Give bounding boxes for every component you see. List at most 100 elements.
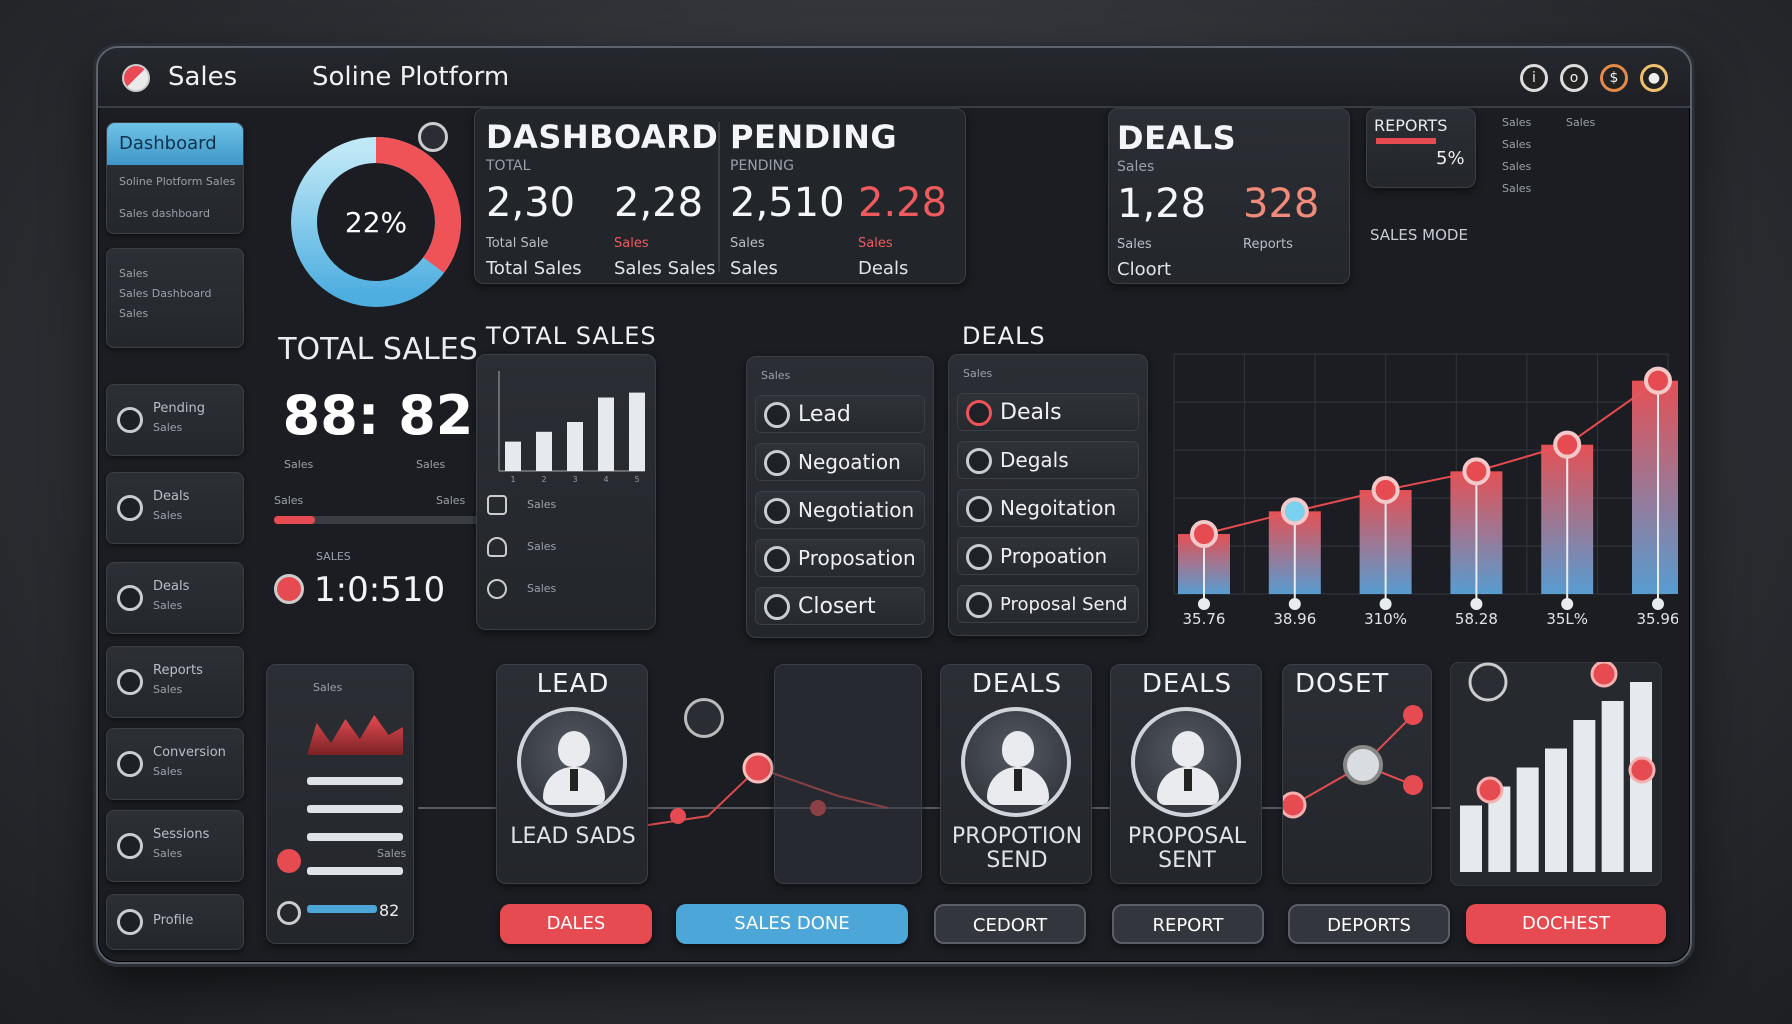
timer-value: 1:0:510 (314, 570, 446, 610)
sidebar-item-dashboard[interactable]: Dashboard Soline Plotform Sales Sales da… (106, 122, 244, 234)
list-item[interactable]: Negotiation (755, 491, 925, 529)
refresh-icon[interactable] (418, 122, 448, 152)
kpi-label: Total Sale (486, 236, 549, 251)
bar (1516, 767, 1539, 872)
reports-card: REPORTS 5% SALES MODE Sales Sales Sales … (1366, 108, 1595, 264)
kpi-value: 2,28 (614, 180, 704, 226)
stem-base (1561, 598, 1574, 610)
conversion-icon (117, 751, 143, 777)
pipeline-bar (307, 867, 403, 875)
kpi-divider (718, 122, 720, 272)
list-item-label: Lead (798, 401, 851, 427)
stage-doset[interactable]: DOSET (1282, 664, 1432, 884)
kpi-caption: Deals (858, 258, 909, 279)
kpi-label: Reports (1243, 237, 1293, 252)
list-item[interactable]: Proposation (755, 539, 925, 577)
total-sales-panel: 22% TOTAL SALES 88: 82 Sales Sales Sales… (266, 122, 490, 682)
sidebar-item-sub: Sales (153, 599, 183, 612)
list-item-label: Negoation (798, 450, 901, 474)
kpi-label: Sales (730, 236, 765, 251)
list-item[interactable]: Closert (755, 587, 925, 625)
app-name: Sales (168, 62, 238, 92)
sidebar-item-pending[interactable]: Pending Sales (106, 384, 244, 456)
list-item[interactable]: Proposal Send (957, 585, 1139, 623)
stage-title: DEALS (971, 669, 1063, 699)
app-logo-icon (122, 64, 150, 92)
kpi-caption: Cloort (1117, 259, 1172, 280)
lead-list-header: Sales (761, 369, 791, 382)
tick-label: 35.76 (1183, 610, 1226, 628)
sidebar-item-reports[interactable]: Reports Sales (106, 646, 244, 718)
pipeline-bar (307, 905, 377, 913)
pipeline-value: 82 (379, 901, 400, 920)
negotiation-icon (966, 496, 992, 522)
deals-list: Sales Deals Degals Negoitation Propoatio… (948, 354, 1148, 636)
stage-sub: PROPOSAL SENT (1127, 824, 1247, 873)
area-bar (1632, 380, 1678, 594)
sidebar-item-label: Sales (119, 267, 149, 280)
pipeline-left-title: Sales (313, 681, 343, 694)
deals-icon (117, 495, 143, 521)
list-item[interactable]: Negoation (755, 443, 925, 481)
kpi-value: 2,510 (730, 180, 845, 226)
network-node[interactable] (1343, 745, 1383, 785)
bar (1573, 720, 1596, 872)
list-item[interactable]: Propoation (957, 537, 1139, 575)
pipeline-spark (307, 715, 403, 755)
deports-button[interactable]: DEPORTS (1288, 904, 1450, 944)
refresh-icon[interactable] (487, 495, 507, 515)
sidebar-item-conversion[interactable]: Conversion Sales (106, 728, 244, 800)
proposal-icon (966, 544, 992, 570)
list-item[interactable]: Deals (957, 393, 1139, 431)
cedort-button[interactable]: CEDORT (934, 904, 1086, 944)
search-icon[interactable] (487, 579, 507, 599)
sales-label: SALES (316, 550, 351, 563)
lead-list: Sales Lead Negoation Negotiation Proposa… (746, 356, 934, 638)
negotiation-icon (764, 450, 790, 476)
kpi-dashboard: DASHBOARD TOTAL 2,30 Total Sale Total Sa… (474, 108, 966, 284)
kpi-title: PENDING (730, 118, 898, 156)
profile-icon[interactable]: ● (1640, 64, 1668, 92)
list-item[interactable]: Degals (957, 441, 1139, 479)
pipeline-bar (307, 777, 403, 785)
total-sales-value: 88: 82 (282, 384, 474, 447)
list-item-label: Proposal Send (1000, 593, 1128, 615)
sales-done-button[interactable]: SALES DONE (676, 904, 908, 944)
stage-deals[interactable]: DEALS PROPOTION SEND (940, 664, 1092, 884)
money-icon (684, 698, 724, 738)
network-node[interactable] (1283, 791, 1307, 819)
settings-icon[interactable]: $ (1600, 64, 1628, 92)
sidebar-item-sessions[interactable]: Sessions Sales (106, 810, 244, 882)
stage-lead[interactable]: LEAD LEAD SADS (496, 664, 648, 884)
report-button[interactable]: REPORT (1112, 904, 1264, 944)
list-item[interactable]: Lead (755, 395, 925, 433)
dales-button[interactable]: DALES (500, 904, 652, 944)
reports-right-label: Sales (1502, 116, 1532, 129)
bar (505, 441, 521, 471)
data-point (1476, 776, 1504, 804)
timer-icon (274, 574, 304, 604)
sidebar-item-sub: Sales (119, 307, 149, 320)
lead-icon (764, 402, 790, 428)
sidebar-item-sales[interactable]: Sales Sales Dashboard Sales (106, 248, 244, 348)
doset-network (1283, 705, 1423, 819)
network-node[interactable] (1403, 705, 1423, 725)
tick-label: 38.96 (1273, 610, 1316, 628)
stage-deals-2[interactable]: DEALS PROPOSAL SENT (1110, 664, 1262, 884)
area-chart: 35.76 38.96 310% 58.28 35L% 35.96 (1173, 353, 1678, 628)
sidebar-item-profile[interactable]: Profile (106, 894, 244, 950)
sidebar-item-deals[interactable]: Deals Sales (106, 472, 244, 544)
record-icon[interactable]: o (1560, 64, 1588, 92)
sidebar-item-deals-2[interactable]: Deals Sales (106, 562, 244, 634)
network-node[interactable] (1403, 775, 1423, 795)
tick-label: 35.96 (1637, 610, 1678, 628)
user-avatar-icon (1131, 707, 1241, 817)
reports-right-label: Sales (1502, 160, 1532, 173)
info-icon[interactable]: i (1520, 64, 1548, 92)
stem-base (1288, 598, 1301, 610)
list-item[interactable]: Negoitation (957, 489, 1139, 527)
list-item-label: Closert (798, 593, 876, 619)
dochest-button[interactable]: DOCHEST (1466, 904, 1666, 944)
kpi-value: 2,30 (486, 180, 576, 226)
lock-icon[interactable] (487, 537, 507, 557)
